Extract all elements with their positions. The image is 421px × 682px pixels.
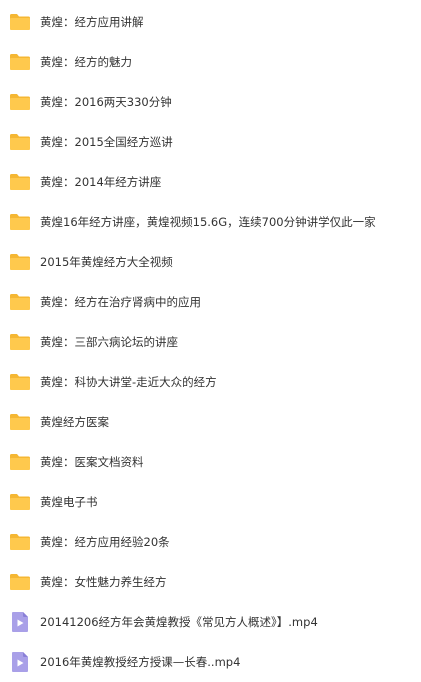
folder-icon: [8, 170, 32, 194]
folder-icon: [8, 330, 32, 354]
video-file-icon: [8, 650, 32, 674]
video-file-list-item[interactable]: 20141206经方年会黄煌教授《常见方人概述》】.mp4: [0, 602, 421, 642]
folder-list-item[interactable]: 黄煌：2015全国经方巡讲: [0, 122, 421, 162]
item-name: 20141206经方年会黄煌教授《常见方人概述》】.mp4: [40, 615, 318, 629]
item-name: 黄煌：医案文档资料: [40, 455, 144, 469]
item-name: 黄煌：2015全国经方巡讲: [40, 135, 173, 149]
folder-icon: [8, 370, 32, 394]
folder-icon: [8, 90, 32, 114]
item-name: 黄煌：女性魅力养生经方: [40, 575, 167, 589]
folder-icon: [8, 130, 32, 154]
item-name: 2016年黄煌教授经方授课—长春..mp4: [40, 655, 241, 669]
item-name: 黄煌经方医案: [40, 415, 109, 429]
item-name: 黄煌：科协大讲堂-走近大众的经方: [40, 375, 217, 389]
folder-list-item[interactable]: 黄煌：女性魅力养生经方: [0, 562, 421, 602]
item-name: 黄煌16年经方讲座，黄煌视频15.6G，连续700分钟讲学仅此一家: [40, 215, 376, 229]
folder-icon: [8, 570, 32, 594]
item-name: 黄煌：经方应用讲解: [40, 15, 144, 29]
folder-icon: [8, 410, 32, 434]
folder-list-item[interactable]: 黄煌：经方应用讲解: [0, 2, 421, 42]
folder-list-item[interactable]: 2015年黄煌经方大全视频: [0, 242, 421, 282]
folder-list-item[interactable]: 黄煌：2014年经方讲座: [0, 162, 421, 202]
folder-list-item[interactable]: 黄煌：经方在治疗肾病中的应用: [0, 282, 421, 322]
file-list: 黄煌：经方应用讲解 黄煌：经方的魅力黄煌：2016两天330分钟 黄煌：2015全国…: [0, 0, 421, 682]
folder-list-item[interactable]: 黄煌16年经方讲座，黄煌视频15.6G，连续700分钟讲学仅此一家: [0, 202, 421, 242]
folder-icon: [8, 250, 32, 274]
video-file-list-item[interactable]: 2016年黄煌教授经方授课—长春..mp4: [0, 642, 421, 682]
folder-list-item[interactable]: 黄煌：三部六病论坛的讲座: [0, 322, 421, 362]
item-name: 黄煌：2014年经方讲座: [40, 175, 162, 189]
folder-list-item[interactable]: 黄煌：经方应用经验20条: [0, 522, 421, 562]
folder-list-item[interactable]: 黄煌经方医案: [0, 402, 421, 442]
item-name: 黄煌：经方在治疗肾病中的应用: [40, 295, 201, 309]
item-name: 黄煌：三部六病论坛的讲座: [40, 335, 178, 349]
folder-list-item[interactable]: 黄煌：医案文档资料: [0, 442, 421, 482]
folder-list-item[interactable]: 黄煌电子书: [0, 482, 421, 522]
folder-list-item[interactable]: 黄煌：经方的魅力: [0, 42, 421, 82]
item-name: 黄煌电子书: [40, 495, 98, 509]
folder-icon: [8, 290, 32, 314]
folder-list-item[interactable]: 黄煌：科协大讲堂-走近大众的经方: [0, 362, 421, 402]
video-file-icon: [8, 610, 32, 634]
folder-list-item[interactable]: 黄煌：2016两天330分钟: [0, 82, 421, 122]
item-name: 2015年黄煌经方大全视频: [40, 255, 173, 269]
item-name: 黄煌：经方的魅力: [40, 55, 132, 69]
folder-icon: [8, 50, 32, 74]
item-name: 黄煌：2016两天330分钟: [40, 95, 172, 109]
folder-icon: [8, 530, 32, 554]
item-name: 黄煌：经方应用经验20条: [40, 535, 170, 549]
folder-icon: [8, 450, 32, 474]
folder-icon: [8, 10, 32, 34]
folder-icon: [8, 490, 32, 514]
folder-icon: [8, 210, 32, 234]
